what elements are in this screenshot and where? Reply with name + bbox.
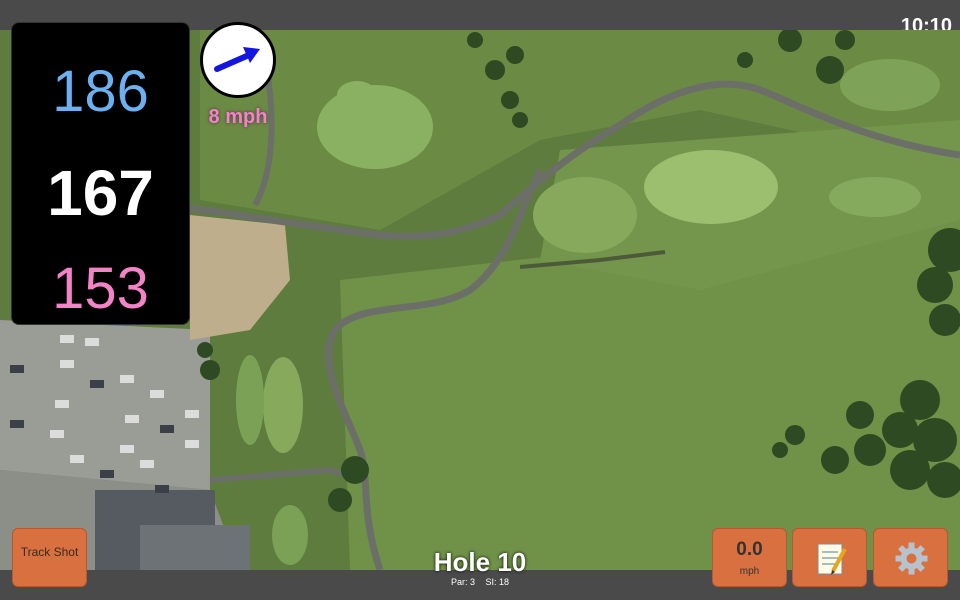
- middle-distance: 167: [47, 157, 154, 229]
- hole-title: Hole 10: [433, 547, 527, 577]
- settings-button[interactable]: [873, 528, 948, 587]
- track-shot-button[interactable]: Track Shot: [12, 528, 87, 587]
- notepad-icon: [817, 543, 847, 575]
- hole-par: Par: 3: [450, 577, 475, 587]
- wind-speed-label: 8 mph: [208, 106, 268, 128]
- hole-info: Par: 3 SI: 18: [380, 577, 580, 587]
- front-distance: 153: [52, 256, 149, 321]
- speed-button[interactable]: 0.0 mph: [712, 528, 787, 587]
- wind-indicator[interactable]: [200, 22, 276, 98]
- back-distance: 186: [52, 59, 149, 124]
- speed-unit: mph: [739, 566, 760, 577]
- notes-button[interactable]: [792, 528, 867, 587]
- track-shot-label: Track Shot: [20, 545, 79, 559]
- arrow-icon: [214, 47, 260, 72]
- hole-si: SI: 18: [485, 577, 510, 587]
- gear-icon: [895, 542, 928, 575]
- distance-panel: 186 167 153: [11, 22, 190, 325]
- speed-value: 0.0: [736, 539, 763, 560]
